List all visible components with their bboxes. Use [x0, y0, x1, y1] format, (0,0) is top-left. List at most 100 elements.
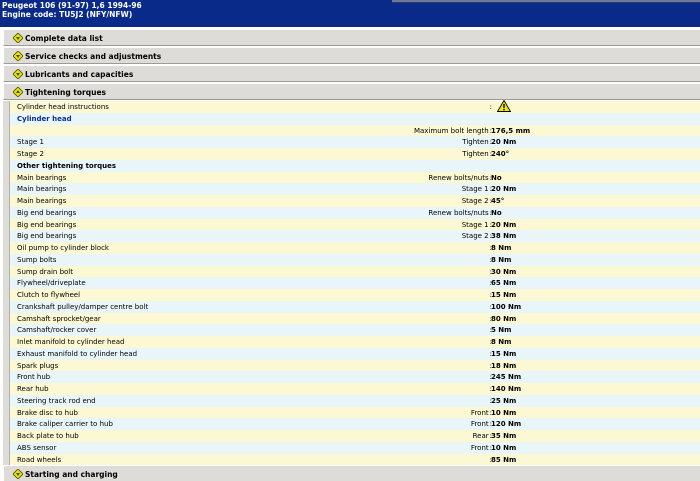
row-label: Rear hub [17, 385, 49, 393]
separator: : [489, 103, 492, 111]
row-condition: Tighten: [462, 138, 492, 146]
row-label: Front hub [17, 373, 51, 382]
section-tightening-torques[interactable]: Tightening torques [3, 83, 700, 100]
torque-value: 15 Nm [491, 349, 517, 358]
row-condition: Renew bolts/nuts: [428, 209, 492, 217]
row-label: Spark plugs [17, 361, 59, 370]
chevron-down-icon [13, 51, 23, 61]
row-label: Inlet manifold to cylinder head [17, 338, 125, 346]
row-label: Big end bearings [17, 232, 77, 241]
vehicle-title: Peugeot 106 (91-97) 1,6 1994-96 [2, 1, 142, 10]
condition-text: Stage 2 [461, 232, 489, 241]
table-row: Sump bolts:8 Nm [10, 253, 700, 266]
table-row: Main bearings Stage 2: 45° [10, 195, 700, 207]
condition-text: Stage 1 [461, 185, 489, 194]
section-starting-charging[interactable]: Starting and charging [3, 465, 700, 481]
row-condition: Stage 1: [462, 221, 492, 229]
row-condition: Maximum bolt length: [414, 127, 492, 135]
section-service-checks[interactable]: Service checks and adjustments [3, 47, 700, 64]
row-label: Sump drain bolt [17, 267, 73, 276]
table-row: Exhaust manifold to cylinder head:15 Nm [10, 347, 700, 360]
torque-value: 120 Nm [491, 420, 522, 429]
table-row: Clutch to flywheel:15 Nm [10, 289, 700, 301]
torque-value: 85 Nm [491, 455, 517, 464]
table-row: Main bearings Stage 1: 20 Nm [10, 183, 700, 196]
table-row: Stage 1 Tighten: 20 Nm [10, 136, 700, 149]
row-label: Exhaust manifold to cylinder head [17, 349, 138, 358]
torque-value: 240° [491, 150, 510, 158]
row-label: Road wheels [17, 455, 62, 464]
table-row: Sump drain bolt:30 Nm [10, 265, 700, 278]
table-row: Oil pump to cylinder block:8 Nm [10, 242, 700, 254]
group-heading: Other tightening torques [17, 161, 117, 170]
torque-value: 140 Nm [491, 385, 522, 393]
row-condition: Renew bolts/nuts: [428, 174, 492, 182]
section-title: Lubricants and capacities [25, 70, 134, 79]
row-condition: Stage 2: [462, 197, 492, 205]
table-row: Camshaft sprocket/gear:80 Nm [10, 312, 700, 325]
row-label: Sump bolts [17, 255, 57, 264]
row-label: Brake disc to hub [17, 408, 78, 417]
table-row: Big end bearings Stage 1: 20 Nm [10, 218, 700, 231]
condition-text: Rear [472, 432, 489, 440]
table-row: Maximum bolt length: 176,5 mm [10, 124, 700, 137]
section-title: Starting and charging [25, 470, 118, 479]
condition-text: Tighten [462, 138, 489, 147]
condition-text: Front [470, 420, 489, 429]
condition-text: Stage 2 [461, 197, 489, 205]
torque-value: No [491, 173, 502, 182]
table-row: Brake caliper carrier to hub Front: 120 Nm [10, 418, 700, 431]
section-complete-data-list[interactable]: Complete data list [3, 29, 700, 46]
table-row: Big end bearings Renew bolts/nuts: No [10, 206, 700, 219]
row-label: Main bearings [17, 173, 67, 182]
table-row: ABS sensor Front: 10 Nm [10, 441, 700, 454]
warning-triangle-icon[interactable] [497, 100, 511, 112]
row-label: Big end bearings [17, 220, 77, 229]
row-label: Main bearings [17, 185, 67, 194]
torque-value: 20 Nm [491, 138, 517, 147]
table-row: Cylinder head [10, 112, 700, 125]
torque-value: 245 Nm [491, 373, 522, 382]
chevron-down-icon [13, 69, 23, 79]
condition-text: Stage 1 [461, 220, 489, 229]
row-condition: Stage 2: [462, 232, 492, 240]
row-label: Flywheel/driveplate [17, 279, 86, 288]
section-title: Complete data list [25, 34, 103, 43]
row-condition: Stage 1: [462, 185, 492, 193]
torque-value: 30 Nm [491, 267, 517, 276]
row-label: Steering track rod end [17, 396, 96, 405]
engine-code: Engine code: TU5J2 (NFY/NFW) [2, 10, 133, 19]
table-row: Cylinder head instructions: [10, 100, 700, 113]
table-row: Main bearings Renew bolts/nuts: No [10, 171, 700, 184]
table-row: Camshaft/rocker cover:5 Nm [10, 324, 700, 337]
table-row: Steering track rod end:25 Nm [10, 394, 700, 407]
torque-value: 80 Nm [491, 314, 517, 323]
table-row: Flywheel/driveplate:65 Nm [10, 277, 700, 290]
row-label: Big end bearings [17, 208, 77, 217]
torque-value: 15 Nm [491, 291, 517, 299]
toolbar-strip [392, 0, 700, 3]
table-row: Road wheels:85 Nm [10, 453, 700, 466]
torque-value: 20 Nm [491, 185, 517, 194]
torque-value: 35 Nm [491, 432, 517, 440]
table-row: Stage 2 Tighten: 240° [10, 148, 700, 160]
condition-text: Front [470, 443, 489, 452]
section-lubricants[interactable]: Lubricants and capacities [3, 65, 700, 82]
table-row: Big end bearings Stage 2: 38 Nm [10, 230, 700, 243]
subsection-heading: Cylinder head [17, 114, 72, 123]
torque-value: 10 Nm [491, 408, 517, 417]
title-bar: Peugeot 106 (91-97) 1,6 1994-96 Engine c… [0, 0, 700, 27]
torque-value: 8 Nm [491, 244, 512, 252]
table-row: Inlet manifold to cylinder head:8 Nm [10, 336, 700, 348]
row-label: Main bearings [17, 197, 67, 205]
row-condition [491, 115, 492, 123]
condition-text: Renew bolts/nuts [428, 173, 489, 182]
table-row: Crankshaft pulley/damper centre bolt:100… [10, 300, 700, 313]
row-label: Oil pump to cylinder block [17, 244, 109, 252]
table-row: Spark plugs:18 Nm [10, 359, 700, 372]
row-label: Crankshaft pulley/damper centre bolt [17, 302, 149, 311]
torque-value: 8 Nm [491, 338, 512, 346]
row-label: Cylinder head instructions [17, 103, 109, 111]
row-condition: Rear: [473, 432, 492, 440]
torque-value: 10 Nm [491, 443, 517, 452]
